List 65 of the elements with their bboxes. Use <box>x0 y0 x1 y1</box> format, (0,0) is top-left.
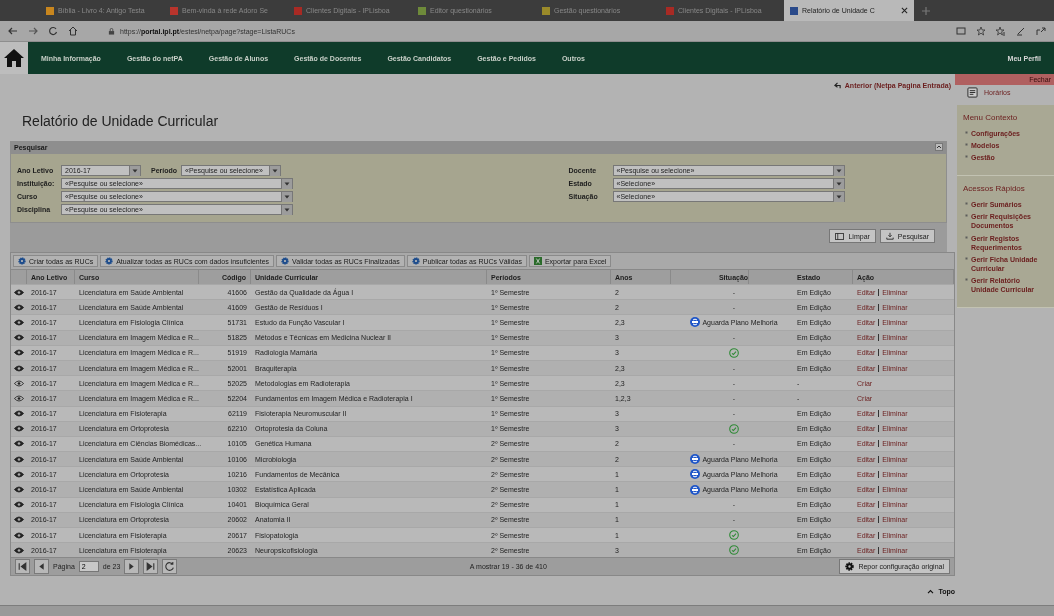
bullet-icon <box>965 143 968 147</box>
eye-icon[interactable] <box>14 379 24 387</box>
eraser-icon <box>835 232 845 240</box>
eye-icon[interactable] <box>14 440 24 448</box>
bullet-icon <box>965 131 968 134</box>
eye-icon[interactable] <box>14 531 24 539</box>
eye-icon[interactable] <box>14 501 24 509</box>
collapse-icon[interactable] <box>935 143 943 151</box>
home-icon[interactable] <box>68 26 78 36</box>
gear-icon <box>18 257 26 265</box>
bullet-icon <box>965 155 968 159</box>
favorites-icon[interactable] <box>996 26 1006 36</box>
refresh-icon[interactable] <box>48 26 58 36</box>
eye-icon[interactable] <box>14 394 24 402</box>
eye-icon[interactable] <box>14 303 24 311</box>
gear-icon <box>105 257 114 265</box>
share-icon[interactable] <box>1036 26 1046 36</box>
dropdown-arrow-icon[interactable] <box>281 204 292 215</box>
next-page-icon[interactable] <box>124 559 140 575</box>
eye-icon[interactable] <box>14 349 24 357</box>
bullet-icon <box>965 214 968 218</box>
lock-icon <box>108 27 115 35</box>
forward-icon[interactable] <box>28 26 38 36</box>
bullet-icon <box>965 235 968 239</box>
gear-icon <box>411 257 420 265</box>
back-icon[interactable] <box>8 26 18 36</box>
download-icon <box>885 232 894 240</box>
eye-icon[interactable] <box>14 546 24 554</box>
eye-icon[interactable] <box>14 425 24 433</box>
dropdown-arrow-icon[interactable] <box>832 178 844 189</box>
star-icon[interactable] <box>976 26 986 36</box>
reading-view-icon[interactable] <box>956 26 966 36</box>
dropdown-arrow-icon[interactable] <box>832 165 844 176</box>
pen-icon[interactable] <box>1016 26 1026 36</box>
close-icon[interactable] <box>901 7 908 14</box>
eye-icon[interactable] <box>14 318 24 326</box>
spreadsheet-icon <box>533 257 542 265</box>
dropdown-arrow-icon[interactable] <box>832 191 844 202</box>
first-page-icon[interactable] <box>15 559 30 575</box>
last-page-icon[interactable] <box>143 559 159 575</box>
bullet-icon <box>965 202 968 206</box>
back-arrow-icon[interactable] <box>833 82 841 89</box>
home-icon[interactable] <box>0 42 28 74</box>
eye-icon[interactable] <box>14 516 24 524</box>
eye-icon[interactable] <box>14 470 24 478</box>
eye-icon[interactable] <box>14 364 24 372</box>
eye-icon[interactable] <box>14 486 24 494</box>
bullet-icon <box>965 256 968 260</box>
gear-icon <box>845 562 855 572</box>
eye-icon[interactable] <box>14 410 24 418</box>
dropdown-arrow-icon[interactable] <box>281 191 292 202</box>
eye-icon[interactable] <box>14 288 24 296</box>
previous-page-icon[interactable] <box>34 559 49 575</box>
eye-icon[interactable] <box>14 334 24 342</box>
gear-icon <box>281 257 290 265</box>
eye-icon[interactable] <box>14 455 24 463</box>
caret-up-icon[interactable] <box>927 589 935 595</box>
dropdown-arrow-icon[interactable] <box>269 165 281 176</box>
section-title: Acessos Rápidos <box>963 184 1026 194</box>
dropdown-arrow-icon[interactable] <box>129 165 140 176</box>
page-title: Relatório de Unidade Curricular <box>22 113 220 129</box>
bullet-icon <box>965 277 968 281</box>
refresh-icon[interactable] <box>162 559 178 575</box>
dropdown-arrow-icon[interactable] <box>281 178 292 189</box>
section-title: Menu Contexto <box>963 113 1019 122</box>
